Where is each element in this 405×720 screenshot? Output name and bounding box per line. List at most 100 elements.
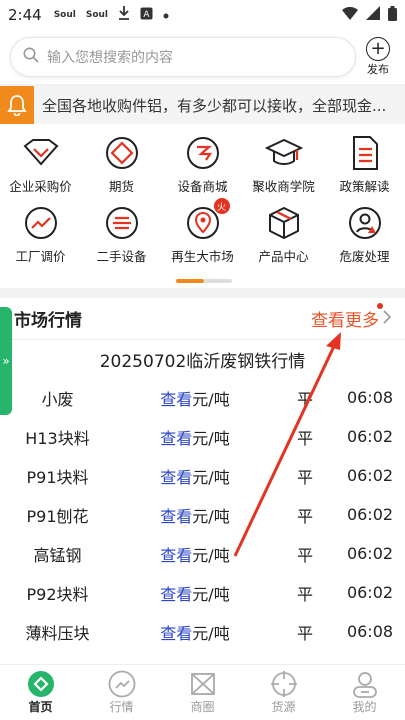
tab-label: 商圈 [190,700,215,714]
market-item-price: 查看元/吨 [115,581,275,605]
market-item-time: 06:02 [346,466,394,485]
view-more-link[interactable]: 查看更多 [311,303,383,331]
search-input[interactable]: 输入您想搜索的内容 [10,37,356,77]
market-list: 小废 查看元/吨平 06:08 H13块料 查看元/吨平 06:02 P91块料 查看元/吨平… [0,378,405,651]
grid-item-hazard[interactable]: 危废处理 [324,204,405,280]
market-item-time: 06:08 [346,388,394,407]
grid-item-equipment-mall[interactable]: 设备商城 [162,134,243,204]
pager-active [176,279,204,283]
soul-icon: Soul [85,10,109,20]
grid-pager [176,279,232,283]
price-unit: 元/吨 [192,506,230,526]
tab-market[interactable]: 行情 [81,665,162,720]
grid-item-label: 产品中心 [258,249,309,264]
grid-item-label: 聚收商学院 [252,179,315,194]
market-item-time: 06:02 [346,544,394,563]
view-price-link[interactable]: 查看 [160,507,192,526]
market-item-name: 小废 [41,389,74,409]
grid-item-secondhand[interactable]: 二手设备 [81,204,162,280]
market-item-price: 查看元/吨 [115,620,275,644]
view-price-link[interactable]: 查看 [160,624,192,643]
home-icon [27,670,55,698]
hot-badge: 火 [213,198,230,214]
grid-item-enterprise-price[interactable]: 企业采购价 [0,134,81,204]
market-item-price: 查看元/吨 [115,425,275,449]
dot-icon [163,7,169,23]
tab-label: 行情 [109,700,134,714]
market-item-time: 06:08 [346,622,394,641]
wifi-icon [342,6,358,24]
futures-icon [103,134,141,172]
market-row[interactable]: H13块料 查看元/吨 平 06:02 [0,417,405,456]
tab-label: 货源 [271,700,296,714]
market-subtitle: 20250702临沂废钢铁行情 [99,351,306,372]
user-icon [351,670,379,698]
tab-supply[interactable]: 货源 [243,665,324,720]
market-item-name: P91块料 [26,467,89,487]
grid-item-product-center[interactable]: 产品中心 [243,204,324,280]
grid-item-label: 再生大市场 [171,249,234,264]
pager-inactive [204,279,232,283]
market-title: 市场行情 [14,311,82,331]
market-item-price: 查看元/吨 [115,542,275,566]
tab-home[interactable]: 首页 [0,665,81,720]
equipment-icon [184,134,222,172]
view-price-link[interactable]: 查看 [160,585,192,604]
view-price-link[interactable]: 查看 [160,546,192,565]
market-item-price: 查看元/吨 [115,464,275,488]
svg-text:A: A [143,10,150,20]
market-item-price: 查看元/吨 [115,503,275,527]
market-row[interactable]: P92块料 查看元/吨 平 06:02 [0,573,405,612]
location-icon: 火 [184,198,230,242]
notice-bar[interactable]: 全国各地收购件铝，有多少都可以接收，全部现金... [0,86,405,124]
search-placeholder: 输入您想搜索的内容 [47,50,173,66]
publish-button[interactable]: + 发布 [366,37,390,77]
market-item-name: P92块料 [26,584,89,604]
trend-icon [22,204,60,242]
grid-item-recycle-market[interactable]: 火 再生大市场 [162,198,243,280]
document-icon [346,134,384,172]
search-row: 输入您想搜索的内容 + 发布 [0,30,405,84]
grid-item-futures[interactable]: 期货 [81,134,162,204]
tab-business[interactable]: 商圈 [162,665,243,720]
market-section: 市场行情 查看更多 20250702临沂废钢铁行情 小废 查看元/吨平 06:08 H… [0,298,405,670]
grid-item-policy[interactable]: 政策解读 [324,134,405,204]
side-expand-tab[interactable]: » [0,307,12,415]
tab-mine[interactable]: 我的 [324,665,405,720]
grid-item-label: 政策解读 [339,179,390,194]
market-row[interactable]: 高锰钢 查看元/吨 平 06:02 [0,534,405,573]
notice-text: 全国各地收购件铝，有多少都可以接收，全部现金... [42,96,387,115]
market-item-name: P91刨花 [26,506,89,526]
view-price-link[interactable]: 查看 [160,390,192,409]
market-row[interactable]: P91刨花 查看元/吨 平 06:02 [0,495,405,534]
plus-icon: + [366,37,390,61]
grid-item-label: 二手设备 [96,249,147,264]
status-bar: 2:44 Soul Soul A [0,0,405,30]
grid-item-academy[interactable]: 聚收商学院 [243,134,324,204]
battery-icon [388,5,397,25]
market-row[interactable]: 小废 查看元/吨 平 06:08 [0,378,405,417]
market-row[interactable]: P91块料 查看元/吨 平 06:02 [0,456,405,495]
price-unit: 元/吨 [192,389,230,409]
hazard-icon [346,204,384,242]
market-trend-icon [108,670,136,698]
grid-item-label: 危废处理 [339,249,390,264]
grid-item-label: 设备商城 [177,179,228,194]
grid-item-label: 工厂调价 [15,249,66,264]
market-item-trend: 平 [296,389,313,409]
publish-label: 发布 [367,63,389,76]
red-dot [377,303,383,309]
market-row[interactable]: 薄料压块 查看元/吨 平 06:08 [0,612,405,651]
market-item-trend: 平 [296,584,313,604]
status-time: 2:44 [8,6,42,24]
market-item-time: 06:02 [346,583,394,602]
market-item-name: H13块料 [25,428,90,448]
box-icon [265,204,303,242]
chevron-right-icon [383,309,392,328]
download-icon [118,6,130,24]
grid-item-factory-price[interactable]: 工厂调价 [0,204,81,280]
view-price-link[interactable]: 查看 [160,429,192,448]
price-unit: 元/吨 [192,467,230,487]
view-price-link[interactable]: 查看 [160,468,192,487]
grid-item-label: 企业采购价 [9,179,72,194]
